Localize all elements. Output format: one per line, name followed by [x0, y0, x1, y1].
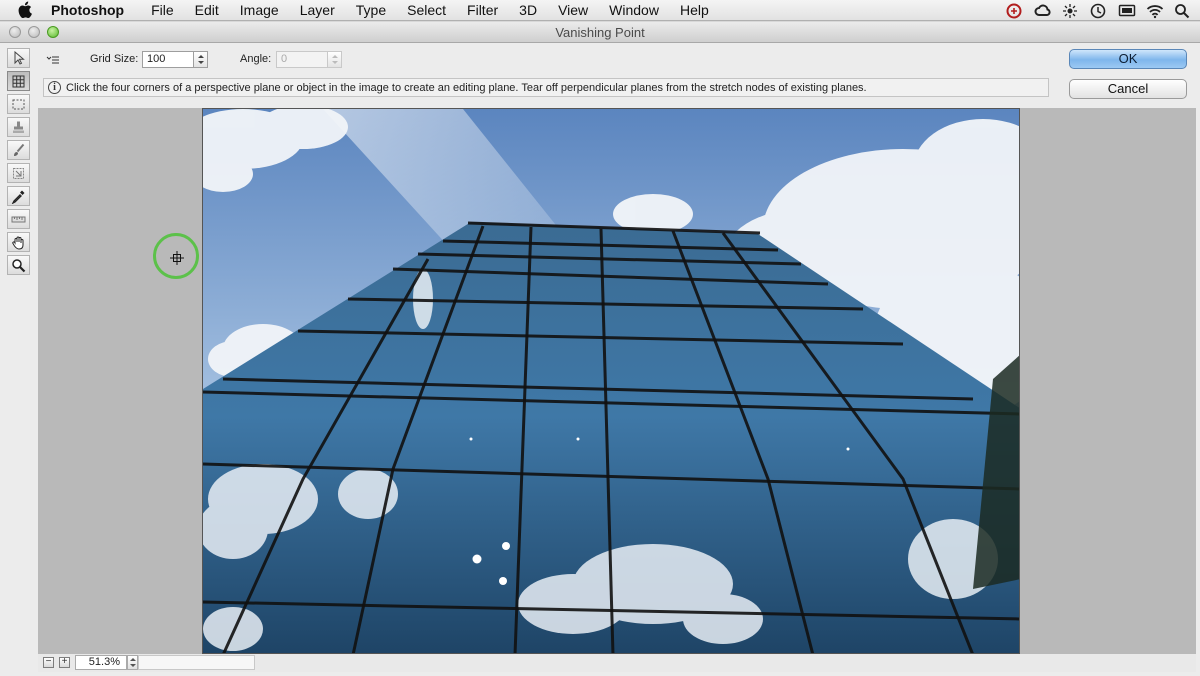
- zoom-bar: − + 51.3%: [38, 654, 1196, 672]
- tools-panel: [5, 48, 32, 278]
- menu-image[interactable]: Image: [240, 0, 279, 21]
- arrow-pointer-icon: [14, 51, 25, 65]
- building-photo[interactable]: [202, 108, 1020, 654]
- options-bar: Grid Size: 100 Angle: 0: [40, 50, 1060, 70]
- menu-select[interactable]: Select: [407, 0, 446, 21]
- menu-filter[interactable]: Filter: [467, 0, 498, 21]
- time-machine-icon[interactable]: [1090, 3, 1106, 19]
- eyedropper-tool[interactable]: [7, 186, 30, 206]
- brush-icon: [14, 143, 25, 156]
- info-bar: i Click the four corners of a perspectiv…: [43, 78, 1049, 97]
- create-plane-tool[interactable]: [7, 71, 30, 91]
- menu-layer[interactable]: Layer: [300, 0, 335, 21]
- info-text: Click the four corners of a perspective …: [66, 82, 867, 94]
- zoom-tool[interactable]: [7, 255, 30, 275]
- wifi-icon[interactable]: [1146, 3, 1164, 19]
- menu-3d[interactable]: 3D: [519, 0, 537, 21]
- panel-menu-icon[interactable]: [46, 53, 60, 67]
- grid-size-stepper[interactable]: [193, 51, 208, 68]
- info-icon: i: [48, 81, 61, 94]
- menu-window[interactable]: Window: [609, 0, 659, 21]
- edit-plane-tool[interactable]: [7, 48, 30, 68]
- apple-logo-icon[interactable]: [17, 1, 33, 19]
- dialog-titlebar[interactable]: Vanishing Point: [0, 22, 1200, 43]
- dialog-title: Vanishing Point: [555, 25, 645, 40]
- cancel-button[interactable]: Cancel: [1069, 79, 1187, 99]
- zoom-out-button[interactable]: −: [43, 657, 54, 668]
- stamp-tool[interactable]: [7, 117, 30, 137]
- magnifier-icon: [12, 259, 26, 273]
- grid-plane-icon: [12, 75, 25, 88]
- zoom-level-field[interactable]: 51.3%: [75, 655, 127, 670]
- angle-field[interactable]: 0: [276, 51, 328, 68]
- menu-help[interactable]: Help: [680, 0, 709, 21]
- display-mirroring-icon[interactable]: [1118, 3, 1136, 19]
- hand-icon: [12, 236, 24, 250]
- brush-tool[interactable]: [7, 140, 30, 160]
- zoom-in-button[interactable]: +: [59, 657, 70, 668]
- menu-file[interactable]: File: [151, 0, 174, 21]
- measure-tool[interactable]: [7, 209, 30, 229]
- zoom-level-stepper[interactable]: [127, 655, 138, 670]
- ok-button[interactable]: OK: [1069, 49, 1187, 69]
- menu-edit[interactable]: Edit: [195, 0, 219, 21]
- angle-label: Angle:: [240, 53, 272, 65]
- grid-size-field[interactable]: 100: [142, 51, 194, 68]
- clone-stamp-icon: [13, 121, 24, 133]
- eyedropper-icon: [11, 190, 25, 204]
- creative-cloud-icon[interactable]: [1034, 3, 1051, 19]
- menu-type[interactable]: Type: [356, 0, 386, 21]
- transform-icon: [13, 168, 24, 179]
- search-icon[interactable]: [1174, 3, 1190, 19]
- adobe-updater-icon[interactable]: [1006, 3, 1022, 19]
- hand-tool[interactable]: [7, 232, 30, 252]
- transform-tool[interactable]: [7, 163, 30, 183]
- angle-stepper[interactable]: [327, 51, 342, 68]
- canvas-area[interactable]: [38, 108, 1196, 654]
- brightness-icon[interactable]: [1062, 3, 1078, 19]
- crosshair-cursor-icon: [170, 251, 184, 265]
- menu-bar: Photoshop File Edit Image Layer Type Sel…: [0, 0, 1200, 21]
- menu-view[interactable]: View: [558, 0, 588, 21]
- menu-app-name[interactable]: Photoshop: [51, 0, 124, 21]
- marquee-tool[interactable]: [7, 94, 30, 114]
- marquee-icon: [12, 99, 25, 110]
- horizontal-scrollbar[interactable]: [138, 655, 255, 670]
- grid-size-label: Grid Size:: [90, 53, 139, 65]
- ruler-icon: [11, 216, 26, 223]
- vanishing-point-dialog: Vanishing Point Grid Size: 100 Angle: 0 …: [0, 22, 1200, 676]
